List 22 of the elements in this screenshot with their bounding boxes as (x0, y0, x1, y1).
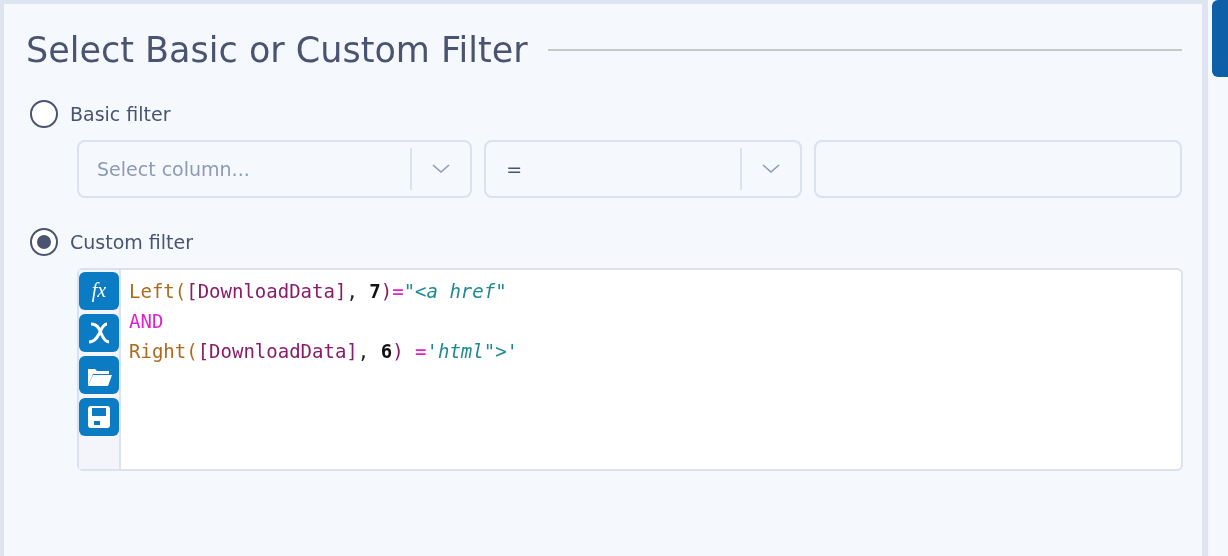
operator-select[interactable]: = (484, 140, 802, 198)
radio-label: Custom filter (70, 231, 194, 253)
code-line: Right([DownloadData], 6) ='html">' (129, 339, 518, 364)
select-placeholder: Select column... (96, 158, 251, 180)
chevron-down-icon (761, 164, 780, 174)
code-line: Left([DownloadData], 7)="<a href" (129, 279, 508, 304)
save-icon[interactable] (79, 398, 119, 436)
folder-icon[interactable] (79, 356, 119, 394)
value-field[interactable] (813, 140, 1182, 198)
function-icon[interactable]: fx (79, 272, 119, 310)
scrollbar-thumb[interactable] (1212, 0, 1228, 77)
select-value: = (505, 158, 524, 180)
formula-editor[interactable]: fx Left([DownloadData], 7)="<a href" AND Right([DownloadData], 6) ='html">' (77, 268, 1183, 471)
radio-button[interactable] (30, 100, 58, 128)
radio-option[interactable]: Custom filter (30, 228, 1182, 256)
radio-button[interactable] (30, 228, 58, 256)
radio-option[interactable]: Basic filter (30, 100, 1182, 128)
section-title: Select Basic or Custom Filter (26, 30, 528, 70)
code-line: AND (129, 309, 165, 334)
chevron-down-icon (432, 164, 451, 174)
variable-icon[interactable] (79, 314, 119, 352)
radio-label: Basic filter (70, 103, 171, 125)
